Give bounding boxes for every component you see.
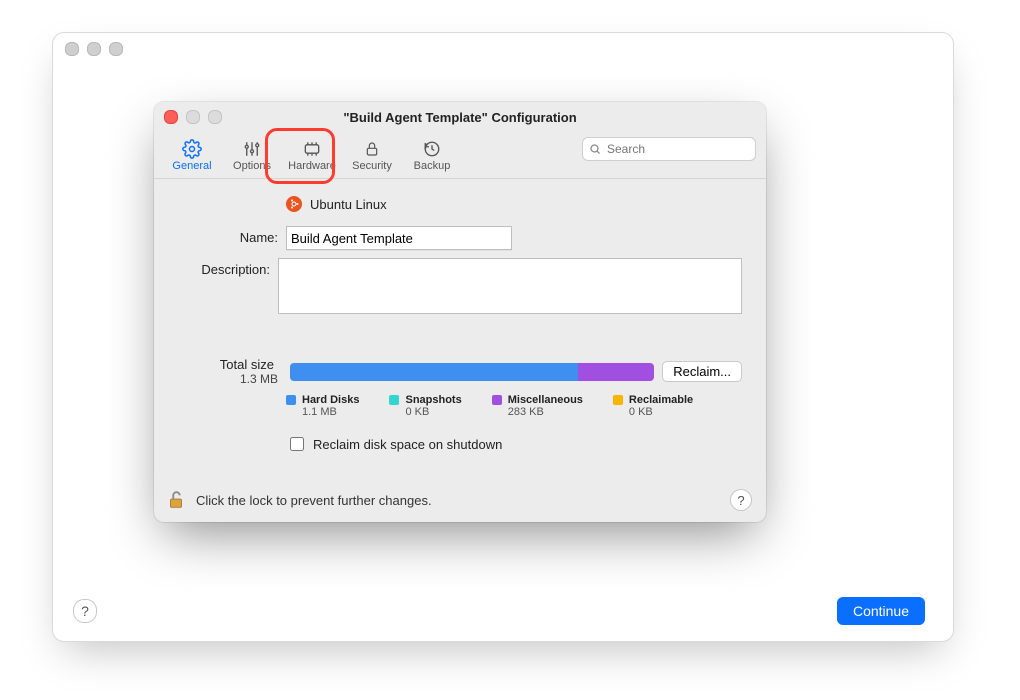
- os-name: Ubuntu Linux: [310, 197, 387, 212]
- search-box[interactable]: [582, 137, 756, 161]
- reclaim-checkbox-label: Reclaim disk space on shutdown: [313, 437, 502, 452]
- os-row: Ubuntu Linux: [286, 196, 742, 212]
- total-size-label: Total size: [178, 357, 278, 372]
- storage-row: Total size 1.3 MB Reclaim...: [178, 357, 742, 386]
- lock-text: Click the lock to prevent further change…: [196, 493, 432, 508]
- unlock-icon: [164, 488, 188, 512]
- tab-backup-label: Backup: [414, 160, 451, 172]
- configuration-popup: "Build Agent Template" Configuration Gen…: [154, 102, 766, 522]
- gear-icon: [182, 139, 202, 159]
- popup-toolbar: General Options Hardware: [154, 132, 766, 179]
- name-row: Name:: [178, 226, 742, 250]
- name-input[interactable]: [286, 226, 512, 250]
- reclaim-checkbox-row: Reclaim disk space on shutdown: [286, 434, 742, 454]
- tab-hardware-label: Hardware: [288, 160, 336, 172]
- popup-footer: Click the lock to prevent further change…: [154, 478, 766, 522]
- swatch-snapshots: [389, 395, 399, 405]
- outer-traffic-lights[interactable]: [65, 42, 123, 56]
- lock-icon: [364, 139, 380, 159]
- traffic-zoom-icon[interactable]: [109, 42, 123, 56]
- description-input[interactable]: [278, 258, 742, 314]
- help-icon: ?: [737, 493, 744, 508]
- tab-options[interactable]: Options: [224, 134, 280, 176]
- popup-body: Ubuntu Linux Name: Description: Total si…: [154, 178, 766, 478]
- legend-misc: Miscellaneous 283 KB: [492, 394, 583, 418]
- search-icon: [589, 143, 601, 155]
- search-input[interactable]: [605, 141, 764, 157]
- bar-hard-disks: [290, 363, 578, 381]
- popup-titlebar: "Build Agent Template" Configuration: [154, 102, 766, 132]
- legend-hard-disks: Hard Disks 1.1 MB: [286, 394, 359, 418]
- reclaim-button[interactable]: Reclaim...: [662, 361, 742, 382]
- help-icon: ?: [81, 603, 89, 619]
- legend-snapshots: Snapshots 0 KB: [389, 394, 461, 418]
- tab-hardware[interactable]: Hardware: [284, 134, 340, 176]
- traffic-minimize-icon[interactable]: [87, 42, 101, 56]
- tab-general[interactable]: General: [164, 134, 220, 176]
- name-label: Name:: [178, 226, 286, 245]
- storage-section: Total size 1.3 MB Reclaim... Hard Disks …: [178, 357, 742, 454]
- lock-group[interactable]: Click the lock to prevent further change…: [164, 488, 432, 512]
- swatch-hard-disks: [286, 395, 296, 405]
- storage-bar: [290, 363, 654, 381]
- legend-snapshots-value: 0 KB: [405, 406, 461, 418]
- tab-backup[interactable]: Backup: [404, 134, 460, 176]
- outer-titlebar: [53, 33, 953, 65]
- popup-title: "Build Agent Template" Configuration: [154, 110, 766, 125]
- total-size-value: 1.3 MB: [178, 372, 278, 386]
- continue-button[interactable]: Continue: [837, 597, 925, 625]
- description-label: Description:: [178, 258, 278, 277]
- legend-reclaimable-label: Reclaimable: [629, 394, 693, 406]
- chip-icon: [302, 139, 322, 159]
- reclaim-checkbox[interactable]: [290, 437, 304, 451]
- tab-general-label: General: [172, 160, 211, 172]
- storage-legend: Hard Disks 1.1 MB Snapshots 0 KB Miscell…: [286, 394, 742, 418]
- traffic-close-icon[interactable]: [65, 42, 79, 56]
- popup-help-button[interactable]: ?: [730, 489, 752, 511]
- legend-misc-value: 283 KB: [508, 406, 583, 418]
- backup-icon: [423, 139, 441, 159]
- outer-footer: ? Continue: [53, 581, 953, 641]
- legend-reclaimable: Reclaimable 0 KB: [613, 394, 693, 418]
- legend-hard-disks-value: 1.1 MB: [302, 406, 359, 418]
- help-button[interactable]: ?: [73, 599, 97, 623]
- ubuntu-icon: [286, 196, 302, 212]
- tab-options-label: Options: [233, 160, 271, 172]
- bar-miscellaneous: [578, 363, 654, 381]
- description-row: Description:: [178, 258, 742, 317]
- legend-snapshots-label: Snapshots: [405, 394, 461, 406]
- legend-hard-disks-label: Hard Disks: [302, 394, 359, 406]
- sliders-icon: [243, 139, 261, 159]
- legend-reclaimable-value: 0 KB: [629, 406, 693, 418]
- swatch-misc: [492, 395, 502, 405]
- tab-security-label: Security: [352, 160, 392, 172]
- legend-misc-label: Miscellaneous: [508, 394, 583, 406]
- swatch-reclaimable: [613, 395, 623, 405]
- tab-security[interactable]: Security: [344, 134, 400, 176]
